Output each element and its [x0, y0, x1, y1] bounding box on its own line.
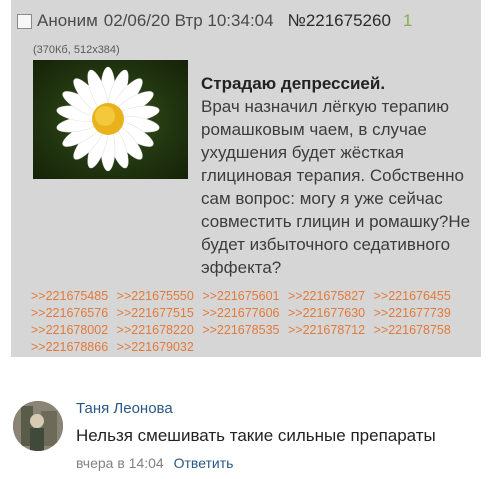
avatar[interactable]: [13, 401, 63, 451]
reply-link[interactable]: >>221676576: [31, 306, 108, 320]
reply-link[interactable]: >>221675601: [202, 289, 279, 303]
comment-time: вчера в 14:04: [76, 455, 164, 471]
post-subject: Страдаю депрессией.: [201, 74, 386, 93]
reply-link[interactable]: >>221677515: [117, 306, 194, 320]
post-text: Врач назначил лёгкую терапию ромашковым …: [201, 97, 471, 277]
reply-count[interactable]: 1: [403, 11, 412, 31]
reply-link[interactable]: >>221678866: [31, 340, 108, 354]
post-header: Аноним 02/06/20 Втр 10:34:04 №221675260 …: [11, 0, 481, 42]
commenter-name[interactable]: Таня Леонова: [76, 400, 173, 417]
reply-link[interactable]: >>221677606: [202, 306, 279, 320]
post-author: Аноним: [37, 11, 98, 30]
reply-button[interactable]: Ответить: [174, 455, 234, 471]
imageboard-post: Аноним 02/06/20 Втр 10:34:04 №221675260 …: [11, 0, 481, 357]
reply-link[interactable]: >>221676455: [374, 289, 451, 303]
reply-link[interactable]: >>221678758: [374, 323, 451, 337]
post-datetime: 02/06/20 Втр 10:34:04: [103, 11, 274, 30]
post-number-link[interactable]: №221675260: [288, 11, 391, 31]
file-info: (370Кб, 512x384): [33, 44, 120, 56]
reply-link[interactable]: >>221677630: [288, 306, 365, 320]
reply-link[interactable]: >>221678220: [117, 323, 194, 337]
reply-link[interactable]: >>221677739: [374, 306, 451, 320]
post-image-thumbnail[interactable]: [33, 60, 188, 179]
reply-link[interactable]: >>221678002: [31, 323, 108, 337]
vk-comment: Таня Леонова Нельзя смешивать такие силь…: [11, 393, 486, 473]
post-select-checkbox[interactable]: [17, 13, 32, 29]
avatar-photo: [13, 401, 63, 451]
reply-links: >>221675485 >>221675550 >>221675601 >>22…: [31, 288, 481, 356]
reply-link[interactable]: >>221675485: [31, 289, 108, 303]
reply-link[interactable]: >>221678535: [202, 323, 279, 337]
reply-link[interactable]: >>221675550: [117, 289, 194, 303]
reply-link[interactable]: >>221675827: [288, 289, 365, 303]
daisy-image: [56, 66, 160, 172]
post-body: Страдаю депрессией. Врач назначил лёгкую…: [201, 72, 486, 279]
reply-link[interactable]: >>221679032: [117, 340, 194, 354]
reply-link[interactable]: >>221678712: [288, 323, 365, 337]
comment-text: Нельзя смешивать такие сильные препараты: [76, 426, 436, 445]
comment-meta: вчера в 14:04 Ответить: [76, 455, 233, 471]
